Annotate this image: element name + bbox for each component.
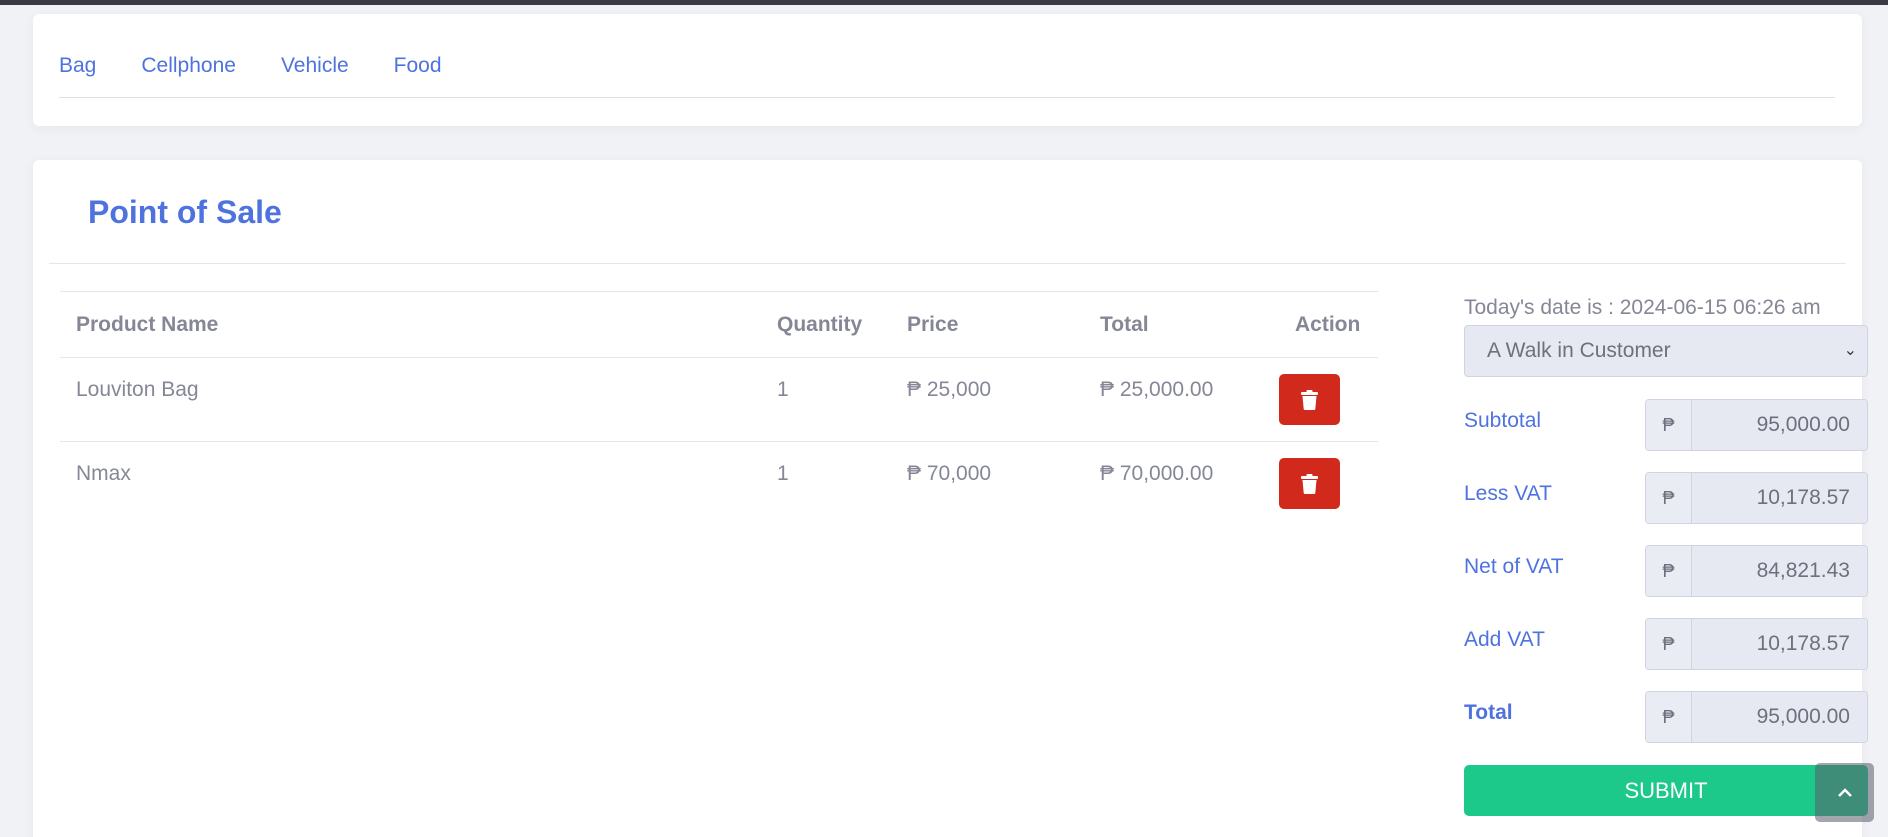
trash-icon: [1301, 473, 1318, 494]
currency-addon: ₱: [1646, 473, 1692, 523]
less-vat-field: ₱ 10,178.57: [1645, 472, 1868, 524]
title-divider: [49, 263, 1846, 264]
cell-action: [1279, 357, 1378, 442]
table-header-row: Product Name Quantity Price Total Action: [60, 291, 1378, 358]
net-vat-label: Net of VAT: [1464, 555, 1564, 578]
chevron-down-icon: ⌄: [1843, 342, 1857, 359]
delete-item-button[interactable]: [1279, 374, 1340, 425]
add-vat-label: Add VAT: [1464, 628, 1545, 651]
add-vat-value: 10,178.57: [1692, 619, 1867, 669]
cell-price: ₱ 25,000: [891, 357, 1084, 442]
category-link-vehicle[interactable]: Vehicle: [281, 54, 349, 78]
cell-total: ₱ 70,000.00: [1100, 462, 1214, 485]
total-row: Total ₱ 95,000.00: [1464, 691, 1868, 764]
cell-product-name: Nmax: [76, 462, 131, 485]
net-vat-field: ₱ 84,821.43: [1645, 545, 1868, 597]
total-field: ₱ 95,000.00: [1645, 691, 1868, 743]
subtotal-row: Subtotal ₱ 95,000.00: [1464, 399, 1868, 472]
scroll-to-top-button[interactable]: [1815, 763, 1874, 822]
cell-quantity: 1: [761, 357, 891, 442]
net-vat-value: 84,821.43: [1692, 546, 1867, 596]
delete-item-button[interactable]: [1279, 458, 1340, 509]
add-vat-field: ₱ 10,178.57: [1645, 618, 1868, 670]
header-action: Action: [1279, 291, 1378, 358]
customer-select[interactable]: A Walk in Customer ⌄: [1464, 325, 1868, 377]
header-quantity: Quantity: [761, 291, 891, 358]
category-link-cellphone[interactable]: Cellphone: [141, 54, 236, 78]
trash-icon: [1301, 389, 1318, 410]
add-vat-row: Add VAT ₱ 10,178.57: [1464, 618, 1868, 691]
category-link-bag[interactable]: Bag: [59, 54, 96, 78]
date-text: Today's date is : 2024-06-15 06:26 am: [1464, 296, 1821, 319]
header-price: Price: [891, 291, 1084, 358]
total-value: 95,000.00: [1692, 692, 1867, 742]
category-divider: [59, 97, 1835, 98]
subtotal-label: Subtotal: [1464, 409, 1542, 432]
customer-select-value: A Walk in Customer: [1487, 339, 1671, 362]
cart-table: Product Name Quantity Price Total Action…: [60, 291, 1378, 526]
category-card: Bag Cellphone Vehicle Food: [33, 14, 1862, 126]
currency-addon: ₱: [1646, 546, 1692, 596]
header-product-name: Product Name: [60, 291, 761, 358]
header-total: Total: [1084, 291, 1279, 358]
category-nav: Bag Cellphone Vehicle Food: [59, 54, 487, 78]
subtotal-field: ₱ 95,000.00: [1645, 399, 1868, 451]
cell-price: ₱ 70,000: [907, 462, 992, 485]
pos-card: Point of Sale Product Name Quantity Pric…: [33, 160, 1868, 837]
total-label: Total: [1464, 701, 1513, 724]
cell-action: [1279, 442, 1378, 526]
cell-quantity: 1: [777, 462, 789, 485]
topbar-edge: [0, 0, 1888, 5]
less-vat-row: Less VAT ₱ 10,178.57: [1464, 472, 1868, 545]
order-summary: Today's date is : 2024-06-15 06:26 am A …: [1464, 292, 1868, 816]
table-row: Nmax 1 ₱ 70,000 ₱ 70,000.00: [60, 442, 1378, 526]
subtotal-value: 95,000.00: [1692, 400, 1867, 450]
category-link-food[interactable]: Food: [394, 54, 442, 78]
chevron-up-icon: [1837, 787, 1852, 797]
cell-total: ₱ 25,000.00: [1084, 357, 1279, 442]
currency-addon: ₱: [1646, 400, 1692, 450]
net-vat-row: Net of VAT ₱ 84,821.43: [1464, 545, 1868, 618]
table-row: Louviton Bag 1 ₱ 25,000 ₱ 25,000.00: [60, 357, 1378, 442]
submit-button[interactable]: SUBMIT: [1464, 765, 1868, 816]
currency-addon: ₱: [1646, 619, 1692, 669]
currency-addon: ₱: [1646, 692, 1692, 742]
less-vat-value: 10,178.57: [1692, 473, 1867, 523]
page-title: Point of Sale: [88, 194, 282, 230]
less-vat-label: Less VAT: [1464, 482, 1552, 505]
cell-product-name: Louviton Bag: [60, 357, 761, 442]
